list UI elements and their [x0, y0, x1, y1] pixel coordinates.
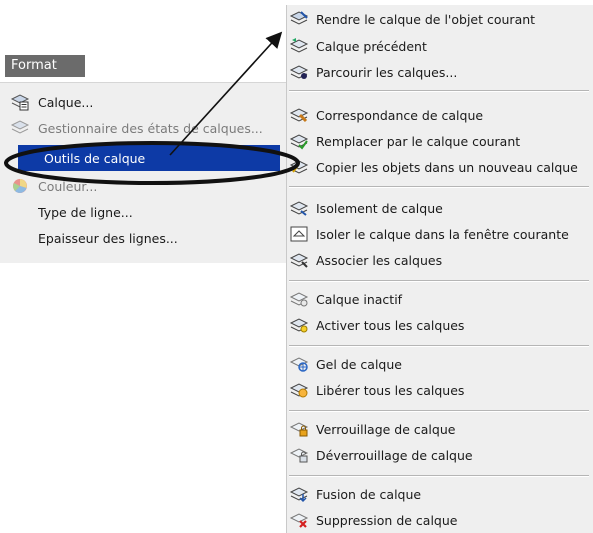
menu-item-lineweight[interactable]: Epaisseur des lignes...	[38, 227, 308, 249]
submenu-item-label: Isolement de calque	[316, 200, 443, 216]
menu-item-label: Calque...	[38, 94, 94, 110]
submenu-item-previous-layer[interactable]: Calque précédent	[289, 35, 589, 57]
submenu-item-label: Calque précédent	[316, 38, 427, 54]
format-menu: Calque... Gestionnaire des états de calq…	[0, 82, 286, 263]
submenu-item-isolate-viewport[interactable]: Isoler le calque dans la fenêtre courant…	[289, 223, 589, 245]
submenu-item-label: Remplacer par le calque courant	[316, 133, 521, 149]
menu-item-label: Gestionnaire des états de calques...	[38, 120, 263, 136]
change-to-current-layer-icon	[289, 134, 309, 150]
submenu-item-label: Isoler le calque dans la fenêtre courant…	[316, 226, 569, 242]
separator	[289, 475, 589, 477]
layer-lock-icon	[289, 422, 309, 437]
menu-item-label: Couleur...	[38, 178, 98, 194]
submenu-item-turn-all-on[interactable]: Activer tous les calques	[289, 314, 589, 336]
layer-tools-submenu: Rendre le calque de l'objet courant Calq…	[286, 5, 593, 533]
thaw-all-layers-icon	[289, 383, 309, 398]
menu-item-layer-states-manager[interactable]: Gestionnaire des états de calques...	[10, 117, 280, 139]
menu-item-label: Type de ligne...	[38, 204, 133, 220]
submenu-item-label: Déverrouillage de calque	[316, 447, 473, 463]
submenu-item-label: Rendre le calque de l'objet courant	[316, 11, 536, 27]
layer-delete-icon	[289, 513, 309, 528]
menu-item-label: Epaisseur des lignes...	[38, 230, 178, 246]
make-current-layer-icon	[289, 11, 309, 25]
submenu-item-label: Correspondance de calque	[316, 107, 484, 123]
layer-off-icon	[289, 292, 309, 307]
submenu-item-label: Fusion de calque	[316, 486, 422, 502]
separator	[289, 186, 589, 188]
separator	[289, 410, 589, 412]
copy-objects-layer-icon	[289, 160, 309, 174]
submenu-item-label: Suppression de calque	[316, 512, 458, 528]
submenu-item-label: Verrouillage de calque	[316, 421, 456, 437]
menu-item-linetype[interactable]: Type de ligne...	[38, 201, 308, 223]
submenu-item-label: Associer les calques	[316, 252, 443, 268]
submenu-item-label: Parcourir les calques...	[316, 64, 458, 80]
format-menu-title[interactable]: Format	[5, 55, 85, 77]
submenu-item-copy-objects[interactable]: Copier les objets dans un nouveau calque	[289, 156, 589, 178]
submenu-item-layer-isolate[interactable]: Isolement de calque	[289, 197, 589, 219]
menu-item-layer-tools[interactable]: Outils de calque	[18, 145, 280, 171]
submenu-item-layer-off[interactable]: Calque inactif	[289, 288, 589, 310]
menu-item-calque[interactable]: Calque...	[10, 91, 280, 113]
submenu-item-layer-merge[interactable]: Fusion de calque	[289, 483, 589, 505]
layer-properties-icon	[10, 94, 30, 111]
submenu-item-label: Gel de calque	[316, 356, 402, 372]
submenu-item-label: Copier les objets dans un nouveau calque	[316, 159, 578, 175]
submenu-item-change-to-current[interactable]: Remplacer par le calque courant	[289, 130, 589, 152]
layer-states-icon	[10, 120, 30, 134]
menu-item-label: Outils de calque	[44, 150, 146, 166]
separator	[289, 90, 589, 92]
layer-isolate-icon	[289, 201, 309, 216]
merge-layers-icon	[289, 253, 309, 268]
layer-unlock-icon	[289, 448, 309, 463]
previous-layer-icon	[289, 38, 309, 53]
turn-all-layers-on-icon	[289, 318, 309, 333]
isolate-viewport-icon	[290, 226, 308, 242]
submenu-item-walk-layers[interactable]: Parcourir les calques...	[289, 61, 589, 83]
submenu-item-thaw-all[interactable]: Libérer tous les calques	[289, 379, 589, 401]
layer-merge-icon	[289, 487, 309, 503]
separator	[289, 280, 589, 282]
submenu-item-layer-unlock[interactable]: Déverrouillage de calque	[289, 444, 589, 466]
submenu-item-layer-lock[interactable]: Verrouillage de calque	[289, 418, 589, 440]
submenu-item-layer-freeze[interactable]: Gel de calque	[289, 353, 589, 375]
submenu-item-make-current[interactable]: Rendre le calque de l'objet courant	[289, 8, 589, 30]
submenu-item-label: Activer tous les calques	[316, 317, 465, 333]
color-wheel-icon	[13, 179, 27, 193]
submenu-item-label: Libérer tous les calques	[316, 382, 465, 398]
menu-item-couleur[interactable]: Couleur...	[10, 175, 280, 197]
match-layer-icon	[289, 108, 309, 123]
submenu-item-layer-delete[interactable]: Suppression de calque	[289, 509, 589, 531]
submenu-item-label: Calque inactif	[316, 291, 403, 307]
submenu-item-match-layer[interactable]: Correspondance de calque	[289, 104, 589, 126]
walk-layers-icon	[289, 65, 309, 79]
separator	[289, 345, 589, 347]
layer-freeze-icon	[289, 357, 309, 372]
submenu-item-merge-layers[interactable]: Associer les calques	[289, 249, 589, 271]
